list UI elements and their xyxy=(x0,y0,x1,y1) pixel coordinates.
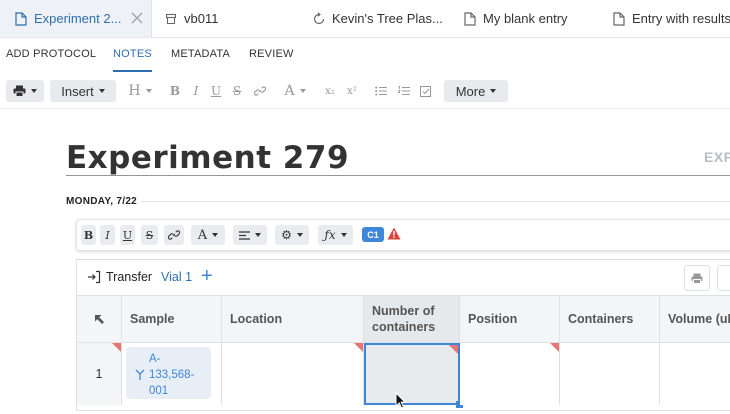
font-color-dropdown[interactable]: A xyxy=(191,225,225,245)
date-divider xyxy=(141,201,730,202)
tab-metadata[interactable]: METADATA xyxy=(171,37,230,72)
table-subtitle[interactable]: Vial 1 xyxy=(161,270,192,284)
cell-position[interactable] xyxy=(460,343,560,405)
transfer-icon xyxy=(87,270,101,284)
printer-icon xyxy=(691,273,703,284)
data-grid: Sample Location Number of containers Pos… xyxy=(77,296,730,408)
cell-sample[interactable]: A- 133,568- 001 xyxy=(122,343,222,405)
font-color-dropdown[interactable]: A xyxy=(278,80,312,102)
gear-icon: ⚙ xyxy=(281,228,292,242)
date-heading: MONDAY, 7/22 xyxy=(66,196,138,207)
formula-dropdown[interactable]: ƒx xyxy=(318,225,353,245)
bold-button[interactable]: B xyxy=(166,80,184,102)
sub-navigation: ADD PROTOCOL NOTES METADATA REVIEW xyxy=(0,37,730,73)
transfer-table-panel: Transfer Vial 1 + Sample Location Number… xyxy=(76,259,730,411)
tab-review[interactable]: REVIEW xyxy=(249,37,294,72)
settings-dropdown[interactable]: ⚙ xyxy=(275,225,309,245)
align-left-icon xyxy=(239,230,250,240)
arrow-up-left-icon xyxy=(95,315,104,324)
superscript-button[interactable]: x² xyxy=(343,80,361,102)
document-icon xyxy=(14,11,28,26)
italic-button[interactable]: I xyxy=(100,225,115,245)
subscript-button[interactable]: x₂ xyxy=(321,80,339,102)
document-icon xyxy=(463,11,477,26)
tab-experiment[interactable]: Experiment 2... xyxy=(0,0,152,37)
table-title: Transfer xyxy=(106,270,153,284)
row-index[interactable]: 1 xyxy=(77,343,122,405)
required-marker xyxy=(550,343,559,352)
heading-dropdown[interactable]: H xyxy=(124,80,156,102)
experiment-label: EXP xyxy=(704,149,730,165)
column-header-location[interactable]: Location xyxy=(222,296,364,343)
more-button[interactable]: More xyxy=(444,80,508,102)
cell-location[interactable] xyxy=(222,343,364,405)
column-header-position[interactable]: Position xyxy=(460,296,560,343)
table-header-bar: Transfer Vial 1 + xyxy=(77,260,730,296)
table-option-button[interactable] xyxy=(717,265,730,291)
bullet-list-button[interactable] xyxy=(372,80,390,102)
link-button[interactable] xyxy=(164,225,184,245)
tab-notes[interactable]: NOTES xyxy=(113,37,152,72)
box-icon xyxy=(164,12,178,26)
required-marker xyxy=(354,343,363,352)
underline-button[interactable]: U xyxy=(120,225,135,245)
editor-toolbar: Insert H B I U S A x₂ x² More xyxy=(0,72,730,109)
table-format-toolbar: B I U S A ⚙ ƒx C1 xyxy=(76,219,730,251)
required-marker xyxy=(112,343,121,352)
sample-id-line-2: 133,568- xyxy=(149,369,195,381)
column-header-volume[interactable]: Volume (uL xyxy=(660,296,730,343)
sample-chip[interactable]: A- 133,568- 001 xyxy=(126,347,211,399)
tab-label: My blank entry xyxy=(483,11,568,26)
tab-bar: Experiment 2... vb011 Kevin's Tree Plas.… xyxy=(0,0,730,38)
bullet-list-icon xyxy=(375,86,387,96)
tab-add-protocol[interactable]: ADD PROTOCOL xyxy=(6,37,96,72)
numbered-list-button[interactable] xyxy=(395,80,413,102)
required-marker xyxy=(449,345,458,354)
add-button[interactable]: + xyxy=(201,264,213,288)
link-icon xyxy=(168,230,180,240)
sync-icon xyxy=(312,11,326,26)
bold-button[interactable]: B xyxy=(81,225,96,245)
printer-icon xyxy=(13,85,26,97)
cell-reference-badge: C1 xyxy=(362,227,384,242)
tab-entry-with-results[interactable]: Entry with results xyxy=(612,0,730,37)
link-icon xyxy=(254,86,266,96)
tab-my-blank-entry[interactable]: My blank entry xyxy=(463,0,568,37)
print-button[interactable] xyxy=(6,80,44,102)
checklist-button[interactable] xyxy=(417,80,435,102)
close-icon[interactable] xyxy=(129,10,145,26)
cell-number-of-containers-selected[interactable] xyxy=(364,343,463,408)
underline-button[interactable]: U xyxy=(207,80,225,102)
sample-id-line-1: A- xyxy=(149,353,161,365)
link-button[interactable] xyxy=(250,80,270,102)
numbered-list-icon xyxy=(398,86,410,95)
sample-icon xyxy=(135,368,145,380)
strikethrough-button[interactable]: S xyxy=(141,225,158,245)
tab-vb011[interactable]: vb011 xyxy=(164,0,218,37)
tab-label: Entry with results xyxy=(632,11,730,26)
mouse-cursor-icon xyxy=(395,391,407,409)
select-all-cell[interactable] xyxy=(77,296,122,343)
title-divider xyxy=(66,175,730,176)
checklist-icon xyxy=(420,85,431,97)
print-table-button[interactable] xyxy=(684,265,710,291)
column-header-number-of-containers[interactable]: Number of containers xyxy=(364,296,460,343)
cell-volume[interactable] xyxy=(660,343,730,405)
tab-label: Kevin's Tree Plas... xyxy=(332,11,443,26)
tab-label: vb011 xyxy=(184,11,219,26)
italic-button[interactable]: I xyxy=(187,80,205,102)
tab-kevins-tree[interactable]: Kevin's Tree Plas... xyxy=(312,0,443,37)
page-title[interactable]: Experiment 279 xyxy=(66,140,349,176)
align-dropdown[interactable] xyxy=(233,225,267,245)
tab-label: Experiment 2... xyxy=(34,11,122,26)
cell-containers[interactable] xyxy=(560,343,660,405)
column-header-sample[interactable]: Sample xyxy=(122,296,222,343)
sample-id-line-3: 001 xyxy=(149,385,169,397)
warning-icon[interactable] xyxy=(387,227,401,241)
strikethrough-button[interactable]: S xyxy=(228,80,246,102)
column-header-containers[interactable]: Containers xyxy=(560,296,660,343)
insert-button[interactable]: Insert xyxy=(50,80,116,102)
document-icon xyxy=(612,11,626,26)
